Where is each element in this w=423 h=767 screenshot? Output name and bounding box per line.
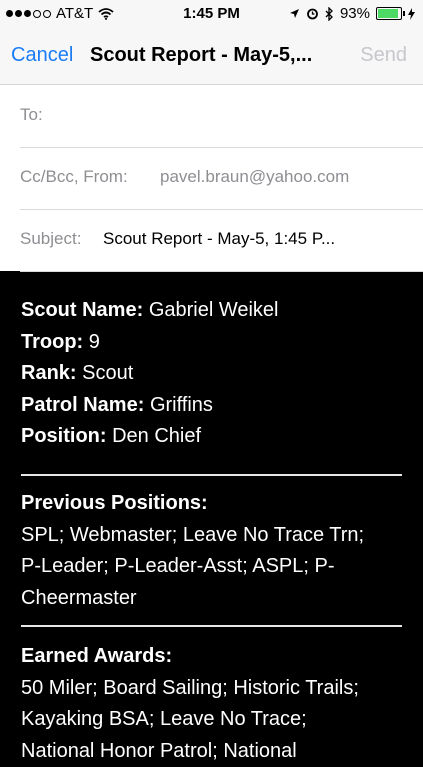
status-bar: AT&T 1:45 PM 93% bbox=[0, 0, 423, 28]
troop-row: Troop: 9 bbox=[21, 327, 402, 359]
bluetooth-icon bbox=[325, 7, 334, 21]
patrol-value: Griffins bbox=[150, 394, 213, 416]
previous-positions-line: P-Leader; P-Leader-Asst; ASPL; P- bbox=[21, 551, 402, 583]
previous-positions-line: Cheermaster bbox=[21, 583, 402, 615]
battery-icon bbox=[376, 7, 402, 20]
charging-bolt-icon bbox=[408, 8, 415, 20]
location-arrow-icon bbox=[289, 8, 300, 19]
divider bbox=[21, 474, 402, 476]
subject-field[interactable]: Subject: Scout Report - May-5, 1:45 P... bbox=[20, 209, 423, 272]
send-button[interactable]: Send bbox=[360, 44, 407, 67]
to-label: To: bbox=[20, 105, 43, 125]
earned-awards-line: Kayaking BSA; Leave No Trace; bbox=[21, 704, 402, 736]
subject-label: Subject: bbox=[20, 229, 81, 249]
position-row: Position: Den Chief bbox=[21, 421, 402, 453]
mail-header-fields: To: Cc/Bcc, From: pavel.braun@yahoo.com … bbox=[0, 85, 423, 271]
rank-row: Rank: Scout bbox=[21, 358, 402, 390]
scout-name-row: Scout Name: Gabriel Weikel bbox=[21, 295, 402, 327]
earned-awards-line: 50 Miler; Board Sailing; Historic Trails… bbox=[21, 673, 402, 705]
divider bbox=[21, 625, 402, 627]
rank-value: Scout bbox=[82, 362, 133, 384]
cancel-button[interactable]: Cancel bbox=[11, 44, 73, 67]
earned-awards-line: National Honor Patrol; National bbox=[21, 736, 402, 767]
navigation-bar: Cancel Scout Report - May-5,... Send bbox=[0, 30, 423, 80]
scout-details: Scout Name: Gabriel Weikel Troop: 9 Rank… bbox=[21, 295, 402, 453]
battery-percent: 93% bbox=[340, 5, 370, 22]
ccbcc-from-field[interactable]: Cc/Bcc, From: pavel.braun@yahoo.com bbox=[20, 147, 423, 210]
alarm-clock-icon bbox=[306, 7, 319, 20]
patrol-label: Patrol Name: bbox=[21, 394, 144, 416]
position-label: Position: bbox=[21, 425, 107, 447]
rank-label: Rank: bbox=[21, 362, 77, 384]
earned-awards-heading: Earned Awards: bbox=[21, 641, 402, 673]
from-address: pavel.braun@yahoo.com bbox=[160, 167, 349, 187]
to-field[interactable]: To: bbox=[20, 85, 423, 148]
subject-value[interactable]: Scout Report - May-5, 1:45 P... bbox=[103, 229, 335, 249]
earned-awards-section: Earned Awards: 50 Miler; Board Sailing; … bbox=[21, 641, 402, 767]
scout-name-value: Gabriel Weikel bbox=[149, 299, 279, 321]
position-value: Den Chief bbox=[112, 425, 201, 447]
message-body[interactable]: Scout Name: Gabriel Weikel Troop: 9 Rank… bbox=[0, 272, 423, 750]
compose-title: Scout Report - May-5,... bbox=[90, 44, 312, 67]
previous-positions-line: SPL; Webmaster; Leave No Trace Trn; bbox=[21, 520, 402, 552]
patrol-row: Patrol Name: Griffins bbox=[21, 390, 402, 422]
previous-positions-section: Previous Positions: SPL; Webmaster; Leav… bbox=[21, 488, 402, 614]
troop-value: 9 bbox=[89, 331, 100, 353]
top-bar: AT&T 1:45 PM 93% Cancel Scout Report - M… bbox=[0, 0, 423, 85]
previous-positions-heading: Previous Positions: bbox=[21, 488, 402, 520]
ccbcc-from-label: Cc/Bcc, From: bbox=[20, 167, 128, 187]
scout-name-label: Scout Name: bbox=[21, 299, 143, 321]
troop-label: Troop: bbox=[21, 331, 83, 353]
